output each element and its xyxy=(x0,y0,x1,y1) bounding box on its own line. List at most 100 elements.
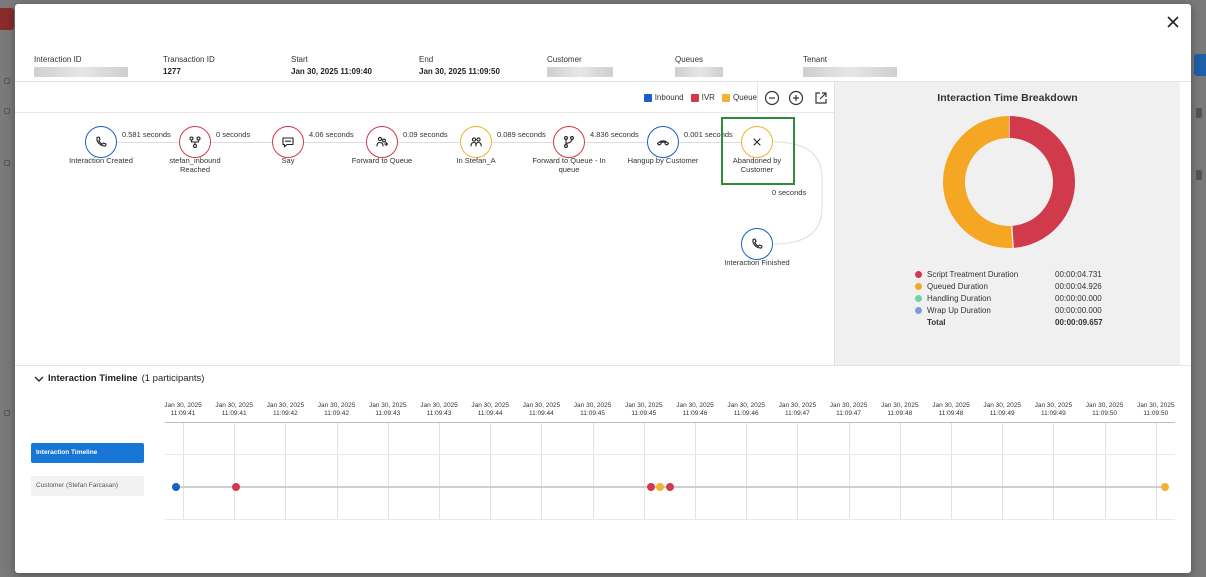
flow-node-label: Hangup by Customer xyxy=(627,156,699,165)
tick-time: 11:09:50 xyxy=(1092,409,1117,417)
header-field-transaction-id: Transaction ID 1277 xyxy=(163,55,215,76)
header-field-customer: Customer xyxy=(547,55,613,77)
breakdown-name: Wrap Up Duration xyxy=(927,305,991,315)
timeline-event-dot[interactable] xyxy=(656,483,665,491)
flow-edge xyxy=(492,142,553,143)
timeline-tick xyxy=(1053,422,1055,520)
tick-date: Jan 30, 2025 xyxy=(471,402,509,409)
tick-date: Jan 30, 2025 xyxy=(266,402,305,409)
header-label: End xyxy=(419,55,434,64)
interaction-header: Interaction ID Transaction ID 1277 Start Jan… xyxy=(15,4,1191,82)
tick-time: 11:09:42 xyxy=(272,409,298,417)
redacted-value xyxy=(34,67,128,77)
interaction-flow: Inbound IVR Queue Interaction Created stefa… xyxy=(15,82,834,365)
breakdown-legend: Script Treatment Duration 00:00:04.731 Que… xyxy=(915,268,1135,328)
timeline-grid-line xyxy=(165,454,1175,455)
timeline-tick-label: Jan 30, 2025 11:09:42 xyxy=(312,402,362,417)
timeline-title: Interaction Timeline xyxy=(48,373,138,384)
flow-node-forward-to-queue-in-queue[interactable] xyxy=(553,126,585,158)
breakdown-name: Queued Duration xyxy=(927,281,988,291)
header-label: Customer xyxy=(547,55,582,64)
tick-date: Jan 30, 2025 xyxy=(881,402,919,409)
tick-time: 11:09:41 xyxy=(170,409,196,417)
flow-node-label: stefan_inbound Reached xyxy=(169,156,221,174)
open-external-button[interactable] xyxy=(813,90,829,106)
timeline-event-dot[interactable] xyxy=(1161,483,1169,491)
timeline-tick-label: Jan 30, 2025 11:09:48 xyxy=(875,402,925,417)
flow-node-stefan-inbound-reached[interactable] xyxy=(179,126,211,158)
tick-date: Jan 30, 2025 xyxy=(1085,402,1124,409)
flow-edge-duration: 0.089 seconds xyxy=(497,130,546,139)
timeline-event-dot[interactable] xyxy=(172,483,180,491)
legend-ivr: IVR xyxy=(690,93,715,102)
timeline-event-dot[interactable] xyxy=(665,483,674,491)
timeline-tick-label: Jan 30, 2025 11:09:43 xyxy=(414,402,464,417)
timeline-row-customer[interactable]: Customer (Stefan Farcasan) xyxy=(31,476,144,496)
timeline-tick xyxy=(746,422,748,520)
flow-node-interaction-created[interactable] xyxy=(85,126,117,158)
donut-slice-queued-duration[interactable] xyxy=(943,116,1014,248)
redacted-value xyxy=(675,67,723,77)
legend-label: Queue xyxy=(732,93,757,102)
timeline-tick-label: Jan 30, 2025 11:09:45 xyxy=(619,402,669,417)
breakdown-name: Script Treatment Duration xyxy=(927,269,1019,279)
timeline-row-interaction[interactable]: Interaction Timeline xyxy=(31,443,144,463)
tick-date: Jan 30, 2025 xyxy=(727,402,765,409)
timeline-tick-label: Jan 30, 2025 11:09:43 xyxy=(363,402,413,417)
timeline-tick-label: Jan 30, 2025 11:09:49 xyxy=(977,402,1027,417)
timeline-tick-label: Jan 30, 2025 11:09:50 xyxy=(1080,402,1130,417)
tick-time: 11:09:48 xyxy=(938,409,964,417)
timeline-tick xyxy=(1104,422,1106,520)
bg-right-icon xyxy=(1196,108,1202,118)
flow-node-forward-to-queue[interactable] xyxy=(366,126,398,158)
external-link-icon xyxy=(815,92,827,104)
flow-node-say[interactable] xyxy=(272,126,304,158)
donut-slice-script-treatment-duration[interactable] xyxy=(1008,116,1075,248)
breakdown-color-dot xyxy=(915,282,922,290)
timeline-event-dot[interactable] xyxy=(231,483,240,491)
branch-icon xyxy=(564,136,574,148)
tick-date: Jan 30, 2025 xyxy=(164,402,202,409)
tick-date: Jan 30, 2025 xyxy=(522,402,561,409)
timeline-tick xyxy=(951,422,952,520)
flow-icon xyxy=(189,136,201,149)
timeline-tick xyxy=(1155,422,1157,520)
timeline-tick-label: Jan 30, 2025 11:09:41 xyxy=(209,402,259,417)
timeline-divider xyxy=(15,365,1191,366)
flow-node-interaction-finished[interactable] xyxy=(741,228,773,260)
flow-node-hangup-by-customer[interactable] xyxy=(647,126,679,158)
bg-nav-icon xyxy=(4,78,10,84)
timeline-toggle[interactable]: Interaction Timeline (1 participants) xyxy=(34,373,204,384)
flow-edge-duration: 4.06 seconds xyxy=(309,130,354,139)
breakdown-row: Handling Duration 00:00:00.000 xyxy=(915,292,1135,304)
tick-date: Jan 30, 2025 xyxy=(932,402,970,409)
legend-label: Inbound xyxy=(654,93,684,102)
flow-node-in-stefan-a[interactable] xyxy=(460,126,492,158)
breakdown-row: Wrap Up Duration 00:00:00.000 xyxy=(915,304,1135,316)
zoom-out-button[interactable] xyxy=(764,90,780,106)
zoom-in-button[interactable] xyxy=(788,90,804,106)
timeline-tick xyxy=(285,422,287,520)
breakdown-total-label: Total xyxy=(927,317,946,327)
flow-edge-duration: 0.09 seconds xyxy=(403,130,448,139)
flow-edge-duration: 4.836 seconds xyxy=(590,130,639,139)
timeline-event-dot[interactable] xyxy=(647,483,656,491)
timeline-tick xyxy=(439,422,440,520)
bg-nav-icon xyxy=(4,160,10,166)
flow-node-label: Forward to Queue - In queue xyxy=(532,156,606,174)
header-field-tenant: Tenant xyxy=(803,55,897,77)
timeline-tick xyxy=(490,422,492,520)
hangup-icon xyxy=(656,140,670,146)
tick-date: Jan 30, 2025 xyxy=(420,402,458,409)
tick-date: Jan 30, 2025 xyxy=(983,402,1021,409)
timeline-tick xyxy=(592,422,594,520)
header-label: Start xyxy=(291,55,308,64)
tick-date: Jan 30, 2025 xyxy=(1034,402,1073,409)
flow-node-label: Interaction Created xyxy=(69,156,133,165)
zoom-out-icon xyxy=(764,90,780,106)
tick-date: Jan 30, 2025 xyxy=(215,402,253,409)
flow-node-label: Interaction Finished xyxy=(724,258,790,267)
phone-icon xyxy=(96,136,107,147)
timeline-participants: (1 participants) xyxy=(141,373,205,384)
timeline-tick-label: Jan 30, 2025 11:09:44 xyxy=(465,402,515,417)
